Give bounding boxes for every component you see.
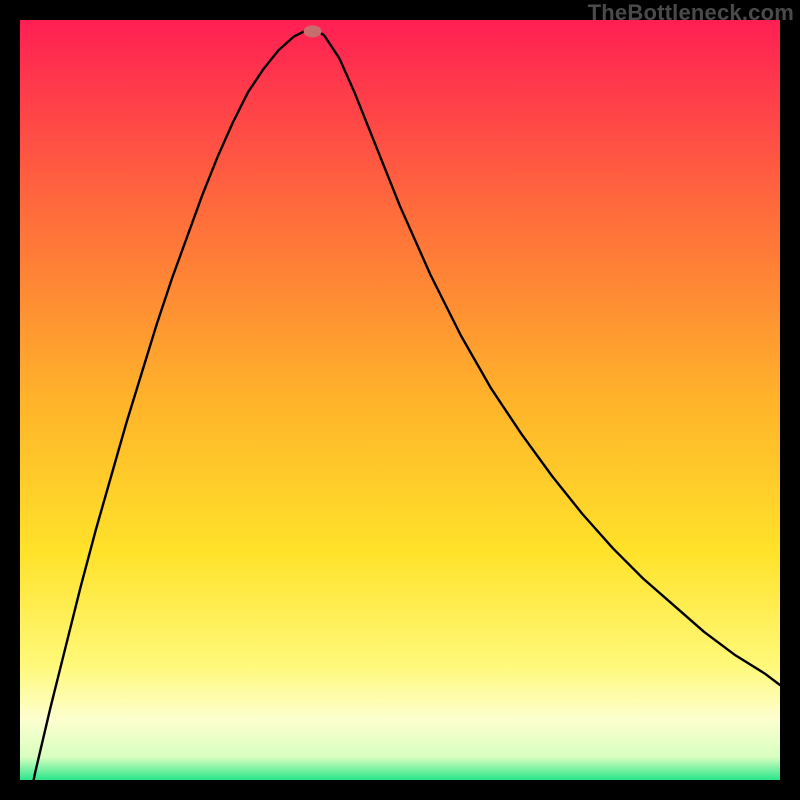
plot-area xyxy=(20,20,780,780)
chart-svg xyxy=(20,20,780,780)
chart-frame: TheBottleneck.com xyxy=(0,0,800,800)
minimum-marker xyxy=(304,25,322,37)
